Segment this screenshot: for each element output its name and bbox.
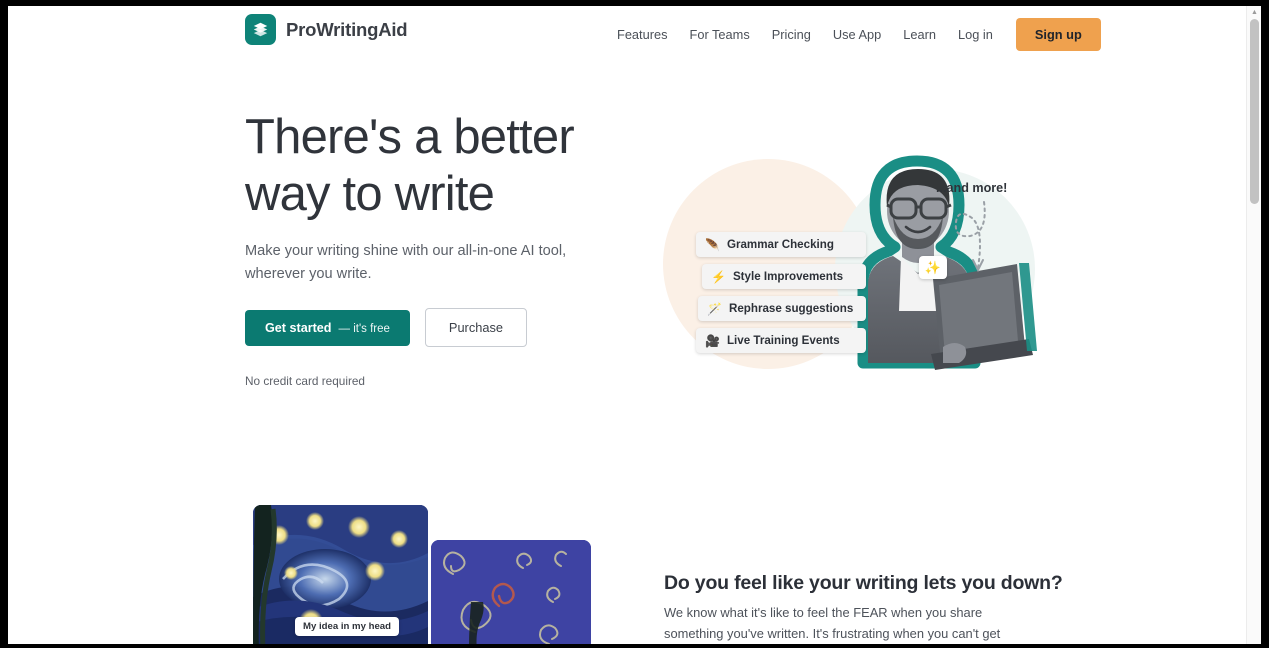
feature-pill-label: Style Improvements [732,270,844,283]
feather-icon: 🪶 [705,237,720,252]
hero-title-line-2: way to write [245,167,495,221]
no-credit-card-note: No credit card required [245,374,365,388]
idea-in-my-head-label: My idea in my head [295,617,399,636]
nav-log-in[interactable]: Log in [947,19,1004,51]
movie-camera-icon: 🎥 [705,333,720,348]
scrollbar-thumb[interactable] [1250,19,1259,204]
browser-viewport: ProWritingAid Features For Teams Pricing… [8,6,1261,644]
scroll-up-arrow-icon[interactable]: ▲ [1251,9,1258,16]
nav-learn[interactable]: Learn [892,19,947,51]
feature-pill-list: 🪶 Grammar Checking ⚡ Style Improvements … [696,232,867,353]
and-more-annotation: ...and more! [936,181,1008,195]
sign-up-button[interactable]: Sign up [1015,18,1101,51]
site-header: ProWritingAid Features For Teams Pricing… [8,6,1245,63]
page-root: ProWritingAid Features For Teams Pricing… [8,6,1261,644]
nav-pricing[interactable]: Pricing [761,19,822,51]
sparkle-badge: ✨ [919,256,947,279]
hero-title-line-1: There's a better [245,110,575,164]
feature-pill-rephrase-suggestions[interactable]: 🪄 Rephrase suggestions [698,296,867,321]
hero-cta-group: Get started — it's free Purchase [245,308,527,347]
feature-pill-label: Rephrase suggestions [728,302,854,315]
nav-for-teams[interactable]: For Teams [679,19,761,51]
brand-logo-link[interactable]: ProWritingAid [245,14,408,45]
hero-illustration: 🪶 Grammar Checking ⚡ Style Improvements … [653,101,1053,401]
feature-pill-grammar-checking[interactable]: 🪶 Grammar Checking [696,232,867,257]
brand-name: ProWritingAid [286,18,408,40]
nav-use-app[interactable]: Use App [822,19,892,51]
book-pages-icon [245,14,276,45]
page-scrollbar[interactable]: ▲ [1246,6,1261,644]
dotted-curved-arrow-icon [954,201,986,273]
get-started-button[interactable]: Get started — it's free [245,309,410,346]
lower-section-heading: Do you feel like your writing lets you d… [664,572,1063,594]
feature-pill-label: Grammar Checking [726,238,834,251]
get-started-label: Get started [265,320,332,335]
lower-section-body: We know what it's like to feel the FEAR … [664,605,1001,641]
hero-title: There's a better way to write [245,109,665,223]
nav-features[interactable]: Features [606,19,679,51]
lower-illustration: My idea in my head [253,500,613,644]
get-started-subtext: — it's free [338,322,390,335]
hero-subtitle: Make your writing shine with our all-in-… [245,243,567,282]
feature-pill-style-improvements[interactable]: ⚡ Style Improvements [702,264,867,289]
simple-sketch-canvas [431,540,591,644]
purchase-button[interactable]: Purchase [424,308,527,347]
main-navigation: Features For Teams Pricing Use App Learn… [606,18,1101,51]
lightning-bolt-icon: ⚡ [711,269,726,284]
feature-pill-live-training-events[interactable]: 🎥 Live Training Events [696,328,867,353]
magic-wand-icon: 🪄 [707,301,722,316]
feature-pill-label: Live Training Events [726,334,840,347]
